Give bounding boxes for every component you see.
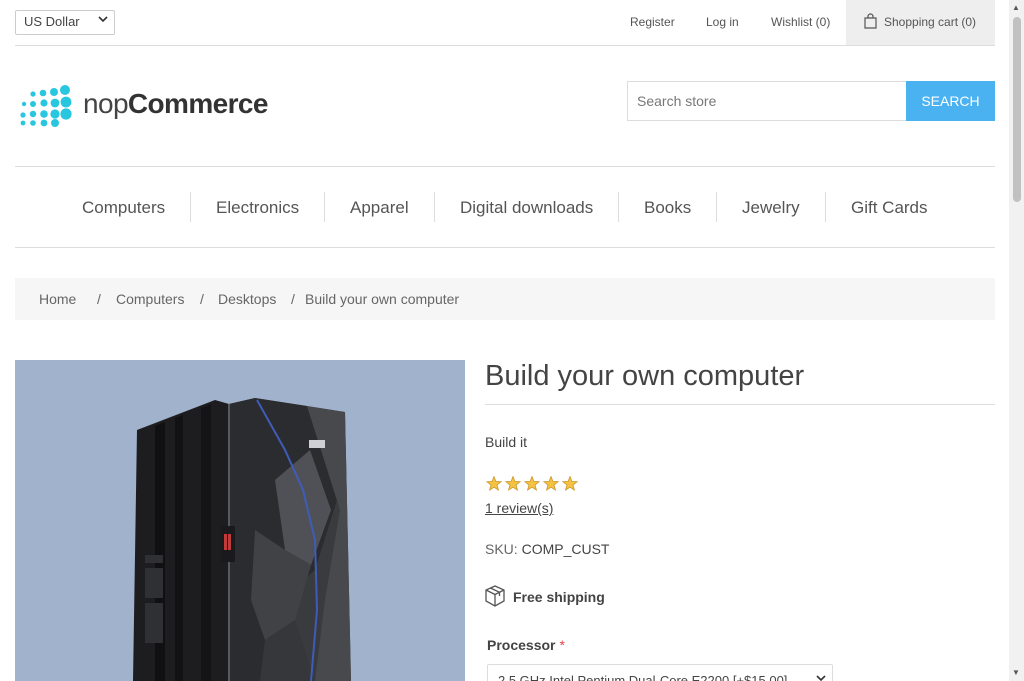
breadcrumb-separator: / xyxy=(97,291,101,307)
server-illustration xyxy=(133,398,351,681)
menu-item-gift-cards[interactable]: Gift Cards xyxy=(851,198,928,218)
wishlist-link[interactable]: Wishlist (0) xyxy=(771,15,830,29)
menu-item-computers[interactable]: Computers xyxy=(82,198,165,218)
required-mark: * xyxy=(559,637,565,653)
product-short-description: Build it xyxy=(485,434,528,450)
shopping-cart-link[interactable]: Shopping cart (0) xyxy=(846,0,995,45)
processor-select[interactable]: 2.5 GHz Intel Pentium Dual-Core E2200 [+… xyxy=(487,664,833,681)
reviews-link[interactable]: 1 review(s) xyxy=(485,500,553,516)
breadcrumb-separator: / xyxy=(291,291,295,307)
chevron-down-icon xyxy=(816,673,826,681)
login-link[interactable]: Log in xyxy=(706,15,739,29)
menu-divider xyxy=(190,192,191,222)
product-title: Build your own computer xyxy=(485,360,805,392)
logo-dots-icon xyxy=(20,85,72,127)
store-logo[interactable]: nopCommerce xyxy=(17,84,268,128)
star-icon xyxy=(561,475,579,491)
logo-wordmark: nopCommerce xyxy=(83,88,268,120)
star-icon xyxy=(523,475,541,491)
scroll-thumb[interactable] xyxy=(1013,17,1021,202)
menu-item-apparel[interactable]: Apparel xyxy=(350,198,409,218)
menu-item-books[interactable]: Books xyxy=(644,198,691,218)
currency-selector[interactable]: US Dollar xyxy=(15,10,115,35)
breadcrumb-desktops[interactable]: Desktops xyxy=(218,291,276,307)
shipping-box-icon xyxy=(485,585,505,607)
product-rating xyxy=(485,475,581,492)
product-image[interactable] xyxy=(15,360,465,681)
shopping-bag-icon xyxy=(864,13,877,29)
header-links-bar: US Dollar Register Log in Wishlist (0) S… xyxy=(15,0,995,46)
star-icon xyxy=(485,475,503,491)
sku-label: SKU: xyxy=(485,541,518,557)
menu-divider xyxy=(434,192,435,222)
menu-item-digital-downloads[interactable]: Digital downloads xyxy=(460,198,593,218)
page-scrollbar[interactable]: ▲ ▼ xyxy=(1009,0,1024,681)
menu-item-electronics[interactable]: Electronics xyxy=(216,198,299,218)
register-link[interactable]: Register xyxy=(630,15,675,29)
scroll-down-icon[interactable]: ▼ xyxy=(1012,668,1020,677)
breadcrumb-home[interactable]: Home xyxy=(39,291,76,307)
menu-divider xyxy=(825,192,826,222)
processor-attribute-label: Processor * xyxy=(487,637,565,653)
processor-selected: 2.5 GHz Intel Pentium Dual-Core E2200 [+… xyxy=(498,673,788,681)
logo-text-light: nop xyxy=(83,88,129,119)
shopping-cart-label: Shopping cart (0) xyxy=(884,15,977,29)
star-icon xyxy=(542,475,560,491)
product-sku: SKU: COMP_CUST xyxy=(485,541,609,557)
chevron-down-icon xyxy=(98,14,108,27)
menu-divider xyxy=(324,192,325,222)
breadcrumb-computers[interactable]: Computers xyxy=(116,291,184,307)
sku-value: COMP_CUST xyxy=(521,541,610,557)
search-button[interactable]: SEARCH xyxy=(906,81,995,121)
breadcrumb-current: Build your own computer xyxy=(305,291,460,307)
processor-label: Processor xyxy=(487,637,556,653)
search-input[interactable]: Search store xyxy=(627,81,907,121)
free-shipping-label: Free shipping xyxy=(513,589,605,605)
menu-divider xyxy=(716,192,717,222)
star-icon xyxy=(504,475,522,491)
currency-selected: US Dollar xyxy=(24,14,80,29)
breadcrumb: Home / Computers / Desktops / Build your… xyxy=(15,278,995,320)
scroll-up-icon[interactable]: ▲ xyxy=(1012,3,1020,12)
menu-item-jewelry[interactable]: Jewelry xyxy=(742,198,800,218)
top-menu: Computers Electronics Apparel Digital do… xyxy=(15,166,995,248)
logo-text-bold: Commerce xyxy=(127,88,269,119)
product-name: Build your own computer xyxy=(485,360,995,405)
breadcrumb-separator: / xyxy=(200,291,204,307)
menu-divider xyxy=(618,192,619,222)
